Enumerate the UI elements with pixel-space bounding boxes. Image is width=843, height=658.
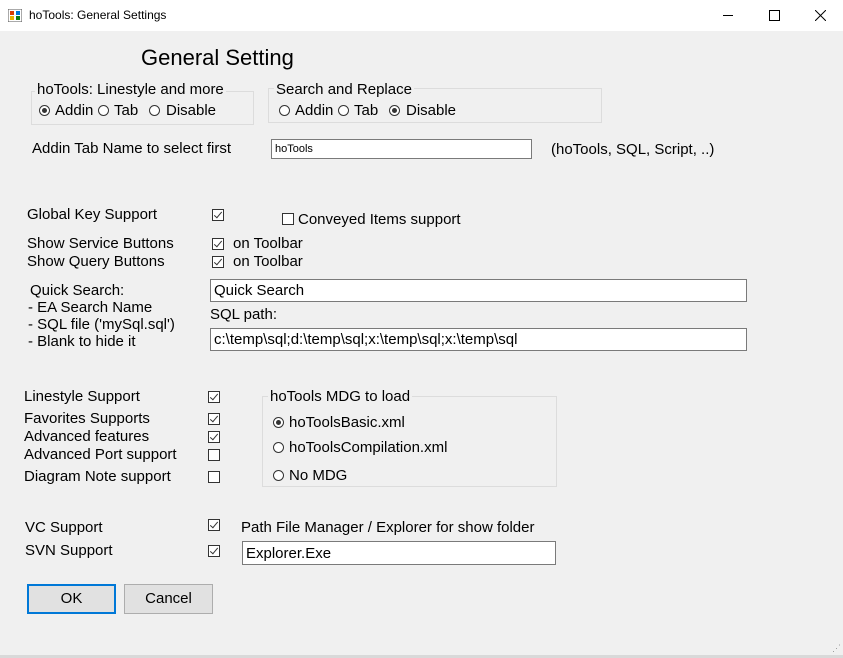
diagram-note-checkbox[interactable] xyxy=(208,471,220,483)
linestyle-group-title: hoTools: Linestyle and more xyxy=(35,81,226,98)
query-buttons-toolbar-label: on Toolbar xyxy=(233,253,303,270)
window-title: hoTools: General Settings xyxy=(29,8,167,22)
service-buttons-toolbar-label: on Toolbar xyxy=(233,235,303,252)
global-key-checkbox[interactable] xyxy=(212,209,224,221)
query-buttons-label: Show Query Buttons xyxy=(27,253,165,270)
mdg-none-radio[interactable] xyxy=(273,470,284,481)
conveyed-items-checkbox[interactable] xyxy=(282,213,294,225)
diagram-note-label: Diagram Note support xyxy=(24,468,171,485)
quick-search-help-1: - EA Search Name xyxy=(28,299,153,316)
advanced-features-label: Advanced features xyxy=(24,428,150,445)
addin-tab-hint: (hoTools, SQL, Script, ..) xyxy=(551,141,715,158)
query-buttons-checkbox[interactable] xyxy=(212,256,224,268)
mdg-basic-radio[interactable] xyxy=(273,417,284,428)
global-key-label: Global Key Support xyxy=(27,206,158,223)
quick-search-input[interactable]: Quick Search xyxy=(210,279,747,302)
sql-path-input[interactable]: c:\temp\sql;d:\temp\sql;x:\temp\sql;x:\t… xyxy=(210,328,747,351)
page-title: General Setting xyxy=(141,45,294,70)
service-buttons-label: Show Service Buttons xyxy=(27,235,174,252)
advanced-features-checkbox[interactable] xyxy=(208,431,220,443)
linestyle-disable-radio[interactable] xyxy=(149,105,160,116)
linestyle-tab-label: Tab xyxy=(114,102,139,119)
linestyle-tab-radio[interactable] xyxy=(98,105,109,116)
sql-path-label: SQL path: xyxy=(210,306,277,323)
conveyed-items-label: Conveyed Items support xyxy=(298,211,461,228)
search-addin-radio[interactable] xyxy=(279,105,290,116)
linestyle-disable-label: Disable xyxy=(166,102,217,119)
minimize-icon xyxy=(722,15,733,16)
linestyle-addin-radio[interactable] xyxy=(39,105,50,116)
quick-search-label: Quick Search: xyxy=(30,282,125,299)
file-manager-input[interactable]: Explorer.Exe xyxy=(242,541,556,565)
addin-tab-input[interactable]: hoTools xyxy=(271,139,532,159)
mdg-compilation-radio[interactable] xyxy=(273,442,284,453)
advanced-port-checkbox[interactable] xyxy=(208,449,220,461)
search-tab-radio[interactable] xyxy=(338,105,349,116)
search-disable-radio[interactable] xyxy=(389,105,400,116)
addin-tab-label: Addin Tab Name to select first xyxy=(32,140,231,157)
app-icon xyxy=(8,9,22,22)
ok-button[interactable]: OK xyxy=(27,584,116,614)
vc-support-checkbox[interactable] xyxy=(208,519,220,531)
favorites-support-checkbox[interactable] xyxy=(208,413,220,425)
advanced-port-label: Advanced Port support xyxy=(24,446,177,463)
close-icon xyxy=(814,10,826,21)
resize-grip-icon[interactable]: ⋰ xyxy=(832,643,841,654)
quick-search-help-3: - Blank to hide it xyxy=(28,333,136,350)
search-replace-group-title: Search and Replace xyxy=(274,81,414,98)
linestyle-addin-label: Addin xyxy=(55,102,94,119)
mdg-basic-label: hoToolsBasic.xml xyxy=(289,414,405,431)
svn-support-checkbox[interactable] xyxy=(208,545,220,557)
search-addin-label: Addin xyxy=(295,102,334,119)
file-manager-label: Path File Manager / Explorer for show fo… xyxy=(241,519,535,536)
linestyle-support-checkbox[interactable] xyxy=(208,391,220,403)
maximize-icon xyxy=(768,10,780,21)
mdg-none-label: No MDG xyxy=(289,467,348,484)
maximize-button[interactable] xyxy=(751,0,797,31)
close-button[interactable] xyxy=(797,0,843,31)
search-disable-label: Disable xyxy=(406,102,457,119)
minimize-button[interactable] xyxy=(705,0,751,31)
mdg-group-title: hoTools MDG to load xyxy=(268,388,413,405)
cancel-button[interactable]: Cancel xyxy=(124,584,213,614)
search-tab-label: Tab xyxy=(354,102,379,119)
title-bar: hoTools: General Settings xyxy=(0,0,843,31)
service-buttons-checkbox[interactable] xyxy=(212,238,224,250)
svn-support-label: SVN Support xyxy=(25,542,113,559)
quick-search-help-2: - SQL file ('mySql.sql') xyxy=(28,316,175,333)
linestyle-support-label: Linestyle Support xyxy=(24,388,140,405)
vc-support-label: VC Support xyxy=(25,519,103,536)
favorites-support-label: Favorites Supports xyxy=(24,410,150,427)
mdg-compilation-label: hoToolsCompilation.xml xyxy=(289,439,448,456)
